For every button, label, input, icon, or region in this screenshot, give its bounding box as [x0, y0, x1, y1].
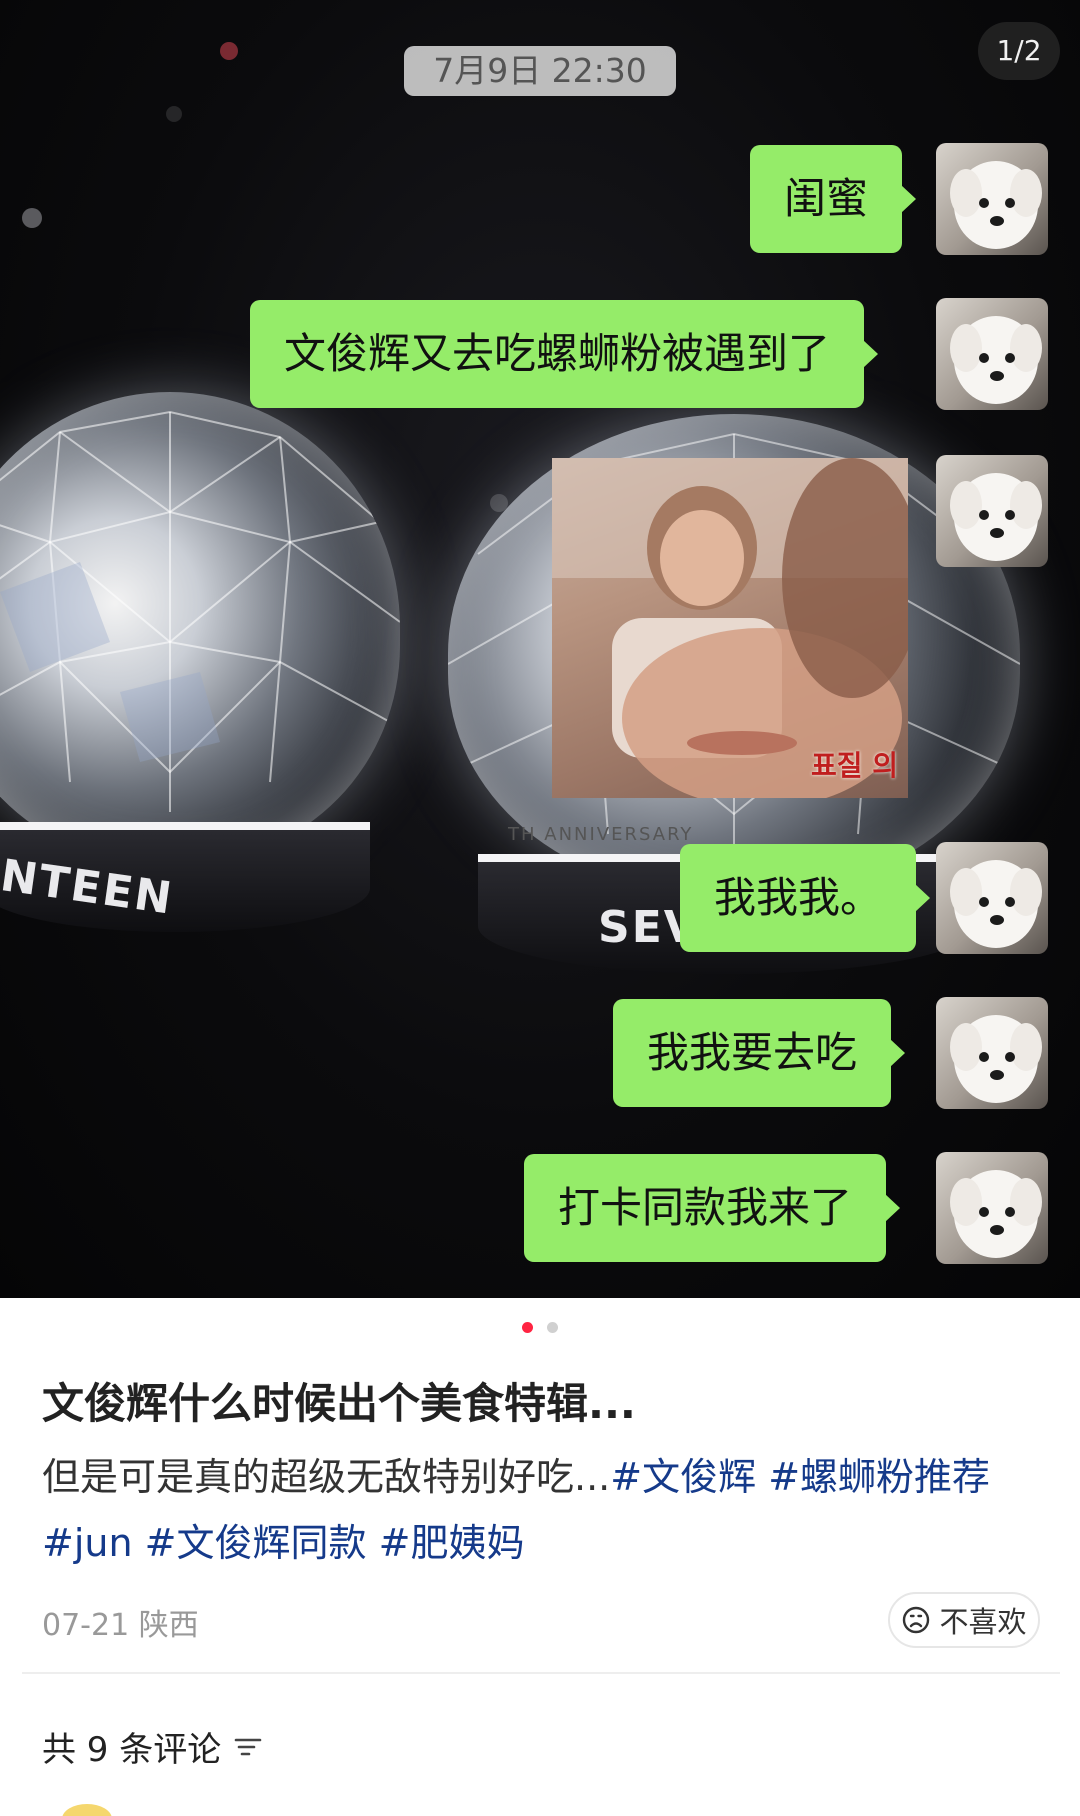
chat-timestamp: 7月9日 22:30: [404, 46, 676, 96]
chat-bubble: 我我我。: [680, 844, 931, 952]
post-location: 陕西: [138, 1608, 199, 1643]
post-date: 07-21: [42, 1608, 130, 1643]
chat-bubble: 打卡同款我来了: [524, 1154, 901, 1262]
dog-avatar-icon: [950, 473, 1042, 561]
post-detail-page: NTEEN TH ANNIVERSARY 7月9日 22:30 1/2 闺蜜 文…: [0, 0, 1080, 1816]
dislike-button[interactable]: 不喜欢: [888, 1592, 1040, 1648]
post-description: 但是可是真的超级无敌特别好吃...#文俊辉 #螺蛳粉推荐 #jun #文俊辉同款…: [42, 1444, 1052, 1576]
sad-face-icon: [903, 1606, 930, 1634]
divider: [22, 1672, 1060, 1674]
chat-bubble: 文俊辉又去吃螺蛳粉被遇到了: [250, 300, 879, 408]
avatar: [936, 1152, 1048, 1264]
sticker-caption: 표질 의: [810, 749, 898, 782]
avatar: [936, 842, 1048, 954]
bokeh-light: [220, 42, 238, 60]
pagination-dot-active[interactable]: [522, 1322, 534, 1333]
dog-avatar-icon: [950, 860, 1042, 948]
comment-avatar[interactable]: [62, 1804, 112, 1816]
chat-bubble: 我我要去吃: [613, 999, 906, 1107]
sort-icon[interactable]: [233, 1735, 263, 1759]
lightstick-left: NTEEN: [0, 392, 410, 952]
avatar: [936, 455, 1048, 567]
hashtag-link[interactable]: #文俊辉同款: [145, 1521, 367, 1565]
hashtag-link[interactable]: #肥姨妈: [379, 1521, 525, 1565]
avatar: [936, 143, 1048, 255]
bokeh-light: [22, 208, 42, 228]
dog-avatar-icon: [950, 1170, 1042, 1258]
hashtag-link[interactable]: #jun: [42, 1521, 133, 1565]
bokeh-light: [166, 106, 182, 122]
lightstick-ring-text: TH ANNIVERSARY: [508, 824, 694, 845]
chat-bubble: 闺蜜: [750, 145, 917, 253]
dog-avatar-icon: [950, 161, 1042, 249]
hashtag-link[interactable]: #螺蛳粉推荐: [768, 1455, 990, 1499]
avatar: [936, 298, 1048, 410]
comments-count-label: 共 9 条评论: [42, 1730, 222, 1770]
pagination-dot[interactable]: [546, 1322, 558, 1333]
sticker-image: 표질 의: [552, 458, 908, 798]
description-text: 但是可是真的超级无敌特别好吃...: [42, 1455, 611, 1499]
avatar: [936, 997, 1048, 1109]
post-title: 文俊辉什么时候出个美食特辑...: [42, 1379, 636, 1428]
hashtag-link[interactable]: #文俊辉: [610, 1455, 756, 1499]
post-meta: 07-21 陕西: [42, 1600, 199, 1644]
image-counter: 1/2: [978, 22, 1060, 80]
image-pagination: [0, 1322, 1080, 1336]
dog-avatar-icon: [950, 316, 1042, 404]
dog-avatar-icon: [950, 1015, 1042, 1103]
post-image[interactable]: NTEEN TH ANNIVERSARY 7月9日 22:30 1/2 闺蜜 文…: [0, 0, 1080, 1298]
comments-header[interactable]: 共 9 条评论: [42, 1722, 263, 1771]
facet-pattern: [0, 410, 400, 812]
dislike-label: 不喜欢: [939, 1605, 1027, 1639]
